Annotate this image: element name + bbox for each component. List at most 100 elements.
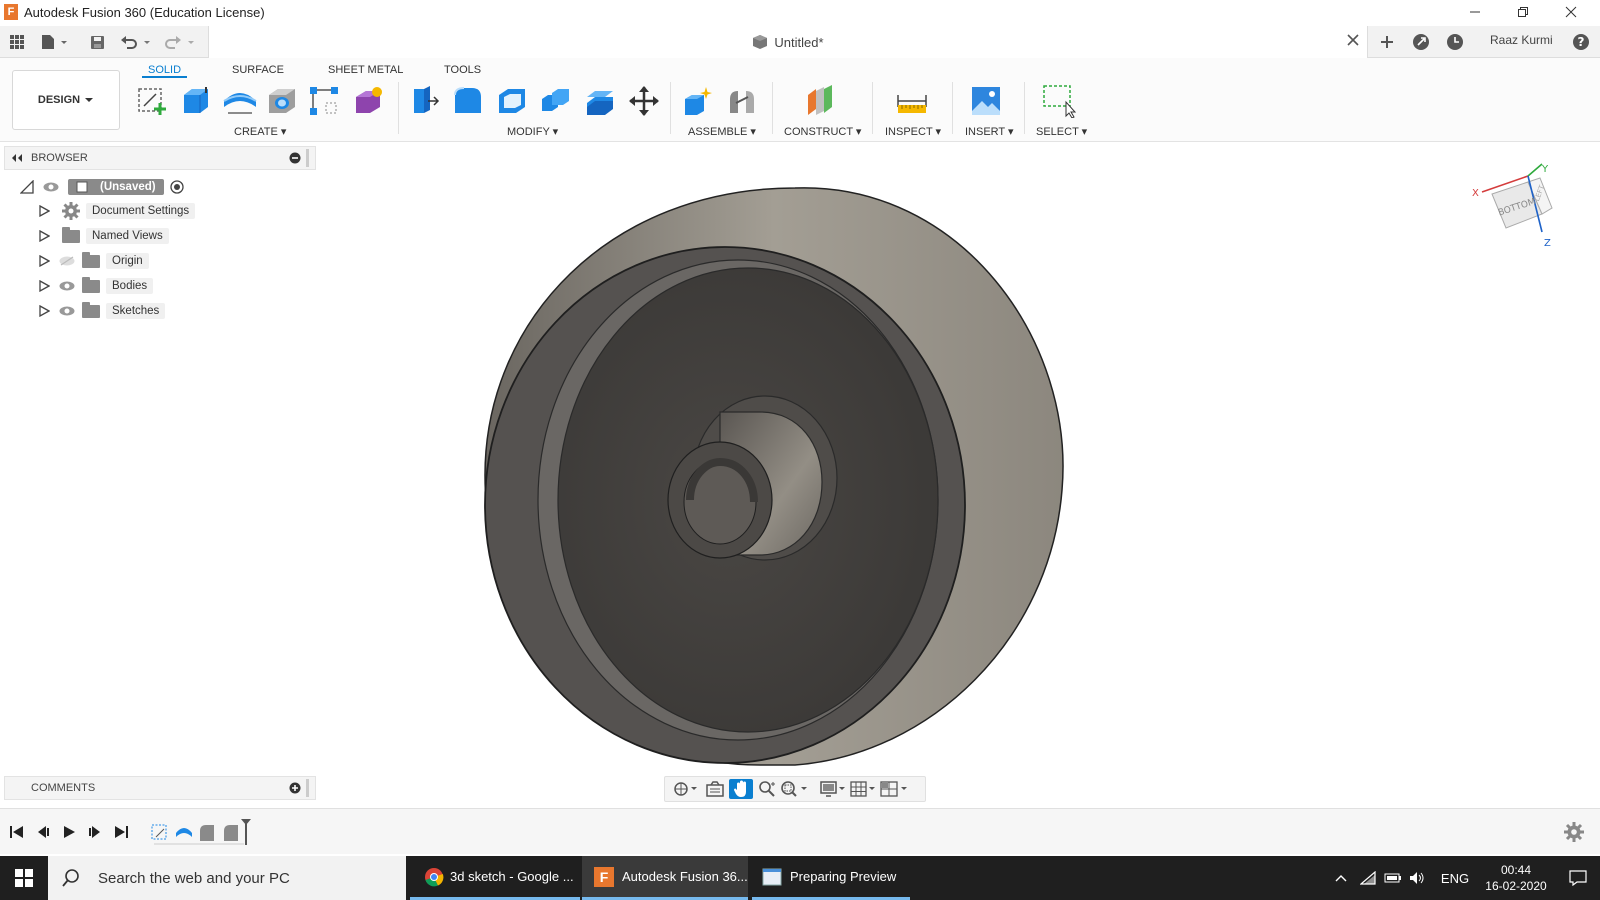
collapsed-triangle-icon[interactable] [38,255,50,267]
combine-button[interactable] [538,84,574,118]
document-tab[interactable]: Untitled* [208,26,1368,58]
root-component-label[interactable]: (Unsaved) [68,179,164,195]
create-sketch-button[interactable] [134,84,170,118]
collapse-panel-icon[interactable] [11,153,23,163]
close-window-button[interactable] [1548,0,1594,24]
collapsed-triangle-icon[interactable] [38,205,50,217]
pan-button[interactable] [729,779,753,799]
comments-panel-header[interactable]: COMMENTS [4,776,316,800]
network-status-button[interactable] [1356,856,1380,900]
minus-circle-icon[interactable] [289,152,301,164]
go-to-end-button[interactable] [112,824,130,840]
job-status-button[interactable] [1444,32,1466,52]
panel-resize-handle[interactable] [306,779,309,797]
file-menu-button[interactable] [38,32,72,52]
tree-node-sketches[interactable]: Sketches [38,300,166,322]
press-pull-button[interactable] [406,84,442,118]
collapsed-triangle-icon[interactable] [38,280,50,292]
battery-status-button[interactable] [1382,856,1404,900]
input-language-button[interactable]: ENG [1440,856,1470,900]
modify-group-label[interactable]: MODIFY ▾ [507,125,558,138]
construct-group-label[interactable]: CONSTRUCT ▾ [784,125,861,138]
tree-node-document-settings[interactable]: Document Settings [38,200,196,222]
user-name[interactable]: Raaz Kurmi [1490,33,1553,47]
expanded-triangle-icon[interactable] [20,180,34,194]
replace-face-button[interactable] [582,84,618,118]
move-copy-button[interactable] [626,84,662,118]
viewports-button[interactable] [879,779,909,799]
shell-button[interactable] [494,84,530,118]
revolve-button[interactable] [222,84,258,118]
create-form-button[interactable] [350,84,386,118]
zoom-button[interactable] [755,779,779,799]
measure-button[interactable] [894,84,930,118]
collapsed-triangle-icon[interactable] [38,230,50,242]
panel-resize-handle[interactable] [306,149,309,167]
timeline-sketch-feature[interactable] [151,824,167,840]
clock[interactable]: 00:44 16-02-2020 [1476,856,1556,900]
select-button[interactable] [1042,84,1078,118]
timeline-revolve-feature[interactable] [176,828,192,837]
tree-root-row[interactable]: (Unsaved) [20,176,184,198]
new-component-button[interactable] [680,84,716,118]
timeline-feature[interactable] [224,825,238,841]
taskbar-app-preview[interactable]: Preparing Preview [752,856,910,900]
insert-group-label[interactable]: INSERT ▾ [965,125,1014,138]
help-button[interactable]: ? [1570,32,1592,52]
create-group-label[interactable]: CREATE ▾ [234,125,286,138]
collapsed-triangle-icon[interactable] [38,305,50,317]
insert-canvas-button[interactable] [968,84,1004,118]
timeline-fillet-feature[interactable] [200,825,214,841]
taskbar-app-chrome[interactable]: 3d sketch - Google ... [410,856,580,900]
tab-surface[interactable]: SURFACE [226,62,290,78]
tab-sheet-metal[interactable]: SHEET METAL [322,62,409,78]
tree-node-named-views[interactable]: Named Views [38,225,169,247]
taskbar-app-fusion[interactable]: F Autodesk Fusion 36... [582,856,748,900]
browser-panel-header[interactable]: BROWSER [4,146,316,170]
orbit-button[interactable] [671,779,699,799]
redo-button[interactable] [162,32,198,52]
volume-button[interactable] [1406,856,1428,900]
save-button[interactable] [86,32,108,52]
extrude-button[interactable] [178,84,214,118]
hole-button[interactable] [264,84,300,118]
restore-button[interactable] [1500,0,1546,24]
grid-settings-button[interactable] [849,779,877,799]
select-group-label[interactable]: SELECT ▾ [1036,125,1087,138]
tab-solid[interactable]: SOLID [142,62,188,78]
workspace-switcher[interactable]: DESIGN [12,70,120,130]
3d-canvas[interactable]: BOTTOM LEFT X Y Z [320,144,1600,804]
fit-button[interactable] [779,779,809,799]
rectangular-pattern-button[interactable] [306,84,342,118]
offset-plane-button[interactable] [802,84,838,118]
go-to-start-button[interactable] [8,824,26,840]
inspect-group-label[interactable]: INSPECT ▾ [885,125,941,138]
look-at-button[interactable] [703,779,727,799]
start-button[interactable] [0,856,48,900]
show-hidden-icons-button[interactable] [1330,856,1352,900]
tab-tools[interactable]: TOOLS [438,62,487,78]
fillet-button[interactable] [450,84,486,118]
tree-node-bodies[interactable]: Bodies [38,275,154,297]
action-center-button[interactable] [1560,856,1596,900]
timeline-settings-button[interactable] [1564,822,1584,845]
display-settings-button[interactable] [819,779,847,799]
close-document-button[interactable] [1347,34,1359,49]
assemble-group-label[interactable]: ASSEMBLE ▾ [688,125,756,138]
step-forward-button[interactable] [86,824,104,840]
eye-icon[interactable] [58,305,76,317]
joint-button[interactable] [724,84,760,118]
eye-icon[interactable] [58,280,76,292]
activate-radio-icon[interactable] [169,180,184,194]
plus-circle-icon[interactable] [289,782,301,794]
data-panel-button[interactable] [6,32,28,52]
extensions-button[interactable] [1410,32,1432,52]
tree-node-origin[interactable]: Origin [38,250,149,272]
view-cube[interactable]: BOTTOM LEFT X Y Z [1460,162,1570,252]
taskbar-search-box[interactable]: Search the web and your PC [48,856,406,900]
new-tab-button[interactable] [1376,32,1398,52]
undo-button[interactable] [118,32,154,52]
minimize-button[interactable] [1452,0,1498,24]
eye-icon[interactable] [42,181,60,193]
eye-hidden-icon[interactable] [58,255,76,267]
